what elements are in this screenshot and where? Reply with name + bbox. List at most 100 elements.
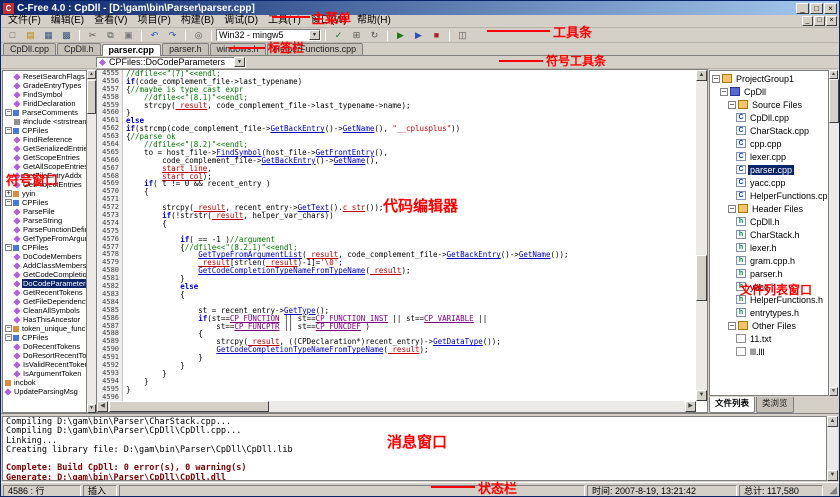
redo-icon[interactable]: ↷: [164, 29, 181, 42]
code-line[interactable]: 4595}: [97, 385, 696, 394]
menu-item[interactable]: 文件(F): [3, 15, 46, 27]
file-tree-item[interactable]: C HelperFunctions.cpp: [710, 189, 828, 202]
code-line[interactable]: 4583 {: [97, 290, 696, 299]
symbol-item[interactable]: GetSerializedEntries: [3, 144, 86, 153]
symbol-item[interactable]: − CPFiles: [3, 198, 86, 207]
chevron-down-icon[interactable]: [309, 30, 320, 40]
symbol-item[interactable]: GetFileEntryAddx: [3, 171, 86, 180]
scrollbar-thumb[interactable]: [696, 255, 707, 301]
tree-expand-icon[interactable]: −: [5, 109, 12, 116]
symbol-window-scrollbar[interactable]: [87, 70, 96, 413]
symbol-item[interactable]: − token_unique_func: [3, 324, 86, 333]
cut-icon[interactable]: ✂: [84, 29, 101, 42]
save-icon[interactable]: ▦: [40, 29, 57, 42]
symbol-item[interactable]: DoRecentTokens: [3, 342, 86, 351]
tab-parser.cpp[interactable]: parser.cpp: [101, 44, 162, 56]
build-config-combo[interactable]: Win32 - mingw5: [216, 29, 321, 41]
file-tree-item[interactable]: C CharStack.cpp: [710, 124, 828, 137]
save-all-icon[interactable]: ▩: [58, 29, 75, 42]
open-file-icon[interactable]: ▤: [22, 29, 39, 42]
symbol-item[interactable]: incbok: [3, 378, 86, 387]
message-output[interactable]: Compiling D:\gam\bin\Parser\CharStack.cp…: [2, 416, 827, 481]
file-tree-item[interactable]: lll.lll: [710, 345, 828, 358]
scroll-up-icon[interactable]: [827, 416, 838, 427]
file-tree-item[interactable]: Clexer.cpp: [710, 150, 828, 163]
symbol-item[interactable]: IsValidRecentToken: [3, 360, 86, 369]
symbol-item[interactable]: CleanAllSymbols: [3, 306, 86, 315]
file-tree-item[interactable]: h entrytypes.h: [710, 306, 828, 319]
resize-grip-icon[interactable]: [825, 485, 837, 497]
scroll-right-icon[interactable]: [685, 401, 696, 412]
file-tree-item[interactable]: − CpDll: [710, 85, 828, 98]
menu-item[interactable]: 调试(D): [219, 15, 263, 27]
new-file-icon[interactable]: □: [4, 29, 21, 42]
file-tree-item[interactable]: h gram.cpp.h: [710, 254, 828, 267]
symbol-item[interactable]: IsArgumentToken: [3, 369, 86, 378]
scroll-up-icon[interactable]: [829, 70, 838, 79]
tree-expand-icon[interactable]: −: [5, 325, 12, 332]
symbol-item[interactable]: FindDeclaration: [3, 99, 86, 108]
menu-item[interactable]: 工具(T): [263, 15, 306, 27]
rebuild-icon[interactable]: ↻: [366, 29, 383, 42]
code-line[interactable]: 4560}: [97, 109, 696, 118]
tab-parser.h[interactable]: parser.h: [162, 43, 209, 55]
file-tree-item[interactable]: − Other Files: [710, 319, 828, 332]
code-line[interactable]: 4573 if(!strstr(_result, helper_var_char…: [97, 211, 696, 220]
code-line[interactable]: 4594 }: [97, 377, 696, 386]
tree-expand-icon[interactable]: −: [5, 127, 12, 134]
symbol-item[interactable]: − ParseComments: [3, 108, 86, 117]
symbol-item[interactable]: GetFileDependency: [3, 297, 86, 306]
code-line[interactable]: 4559 strcpy(_result, code_complement_fil…: [97, 101, 696, 110]
symbol-item[interactable]: GetCodeCompletion: [3, 270, 86, 279]
tab-CpDll.h[interactable]: CpDll.h: [57, 43, 101, 55]
editor-hscrollbar[interactable]: [97, 401, 696, 412]
symbol-item[interactable]: GetScopeEntries: [3, 153, 86, 162]
symbol-item[interactable]: − CPFiles: [3, 243, 86, 252]
menu-item[interactable]: 编辑(E): [46, 15, 89, 27]
symbol-item[interactable]: DoCodeParameters: [3, 279, 86, 288]
menu-item[interactable]: 构建(B): [176, 15, 219, 27]
file-tree-item[interactable]: h CharStack.h: [710, 228, 828, 241]
symbol-item[interactable]: GradeEntryTypes: [3, 81, 86, 90]
file-tree-item[interactable]: C CpDll.cpp: [710, 111, 828, 124]
scrollbar-thumb[interactable]: [109, 401, 269, 412]
scroll-down-icon[interactable]: [829, 387, 838, 396]
code-line[interactable]: 4582 else: [97, 282, 696, 291]
stop-icon[interactable]: ■: [428, 29, 445, 42]
symbol-item[interactable]: ParseFunctionDefine: [3, 225, 86, 234]
debug-icon[interactable]: ▶: [410, 29, 427, 42]
tab-HelperFunctions.cpp[interactable]: HelperFunctions.cpp: [266, 43, 364, 55]
file-tree-item[interactable]: − Header Files: [710, 202, 828, 215]
symbol-item[interactable]: FindSymbol: [3, 90, 86, 99]
tree-expand-icon[interactable]: −: [728, 204, 736, 213]
menu-item[interactable]: 项目(P): [132, 15, 175, 27]
symbol-item[interactable]: DoCodeMembers: [3, 252, 86, 261]
code-line[interactable]: 4596: [97, 393, 696, 401]
find-icon[interactable]: ◎: [190, 29, 207, 42]
symbol-item[interactable]: DoResortRecentToken: [3, 351, 86, 360]
chevron-down-icon[interactable]: [234, 57, 245, 67]
menu-item[interactable]: 帮助(H): [352, 15, 396, 27]
window-split-icon[interactable]: ◫: [454, 29, 471, 42]
code-line[interactable]: 4569 if( t != 0 && recent_entry ): [97, 180, 696, 189]
mdi-restore-button[interactable]: □: [814, 16, 825, 26]
file-list-scrollbar[interactable]: [829, 70, 839, 396]
scroll-up-icon[interactable]: [696, 70, 707, 81]
file-tree-item[interactable]: h CpDll.h: [710, 215, 828, 228]
tree-expand-icon[interactable]: −: [728, 321, 736, 330]
tree-expand-icon[interactable]: +: [5, 190, 12, 197]
tab-windows.h[interactable]: windows.h: [209, 43, 266, 55]
compile-icon[interactable]: ✓: [330, 29, 347, 42]
code-line[interactable]: 4593 }: [97, 369, 696, 378]
title-bar[interactable]: C C-Free 4.0 : CpDll - [D:\gam\bin\Parse…: [1, 1, 839, 15]
scroll-up-icon[interactable]: [87, 70, 96, 79]
mdi-close-button[interactable]: ×: [826, 16, 837, 26]
file-tree-item[interactable]: h lexer.h: [710, 241, 828, 254]
scrollbar-thumb[interactable]: [87, 80, 96, 114]
code-line[interactable]: 4574 {: [97, 219, 696, 228]
symbol-item[interactable]: AddClassMembers: [3, 261, 86, 270]
symbol-item[interactable]: − CPFiles: [3, 126, 86, 135]
editor-vscrollbar[interactable]: [696, 70, 707, 401]
tree-expand-icon[interactable]: −: [5, 334, 12, 341]
symbol-item[interactable]: #include <strstream>: [3, 117, 86, 126]
